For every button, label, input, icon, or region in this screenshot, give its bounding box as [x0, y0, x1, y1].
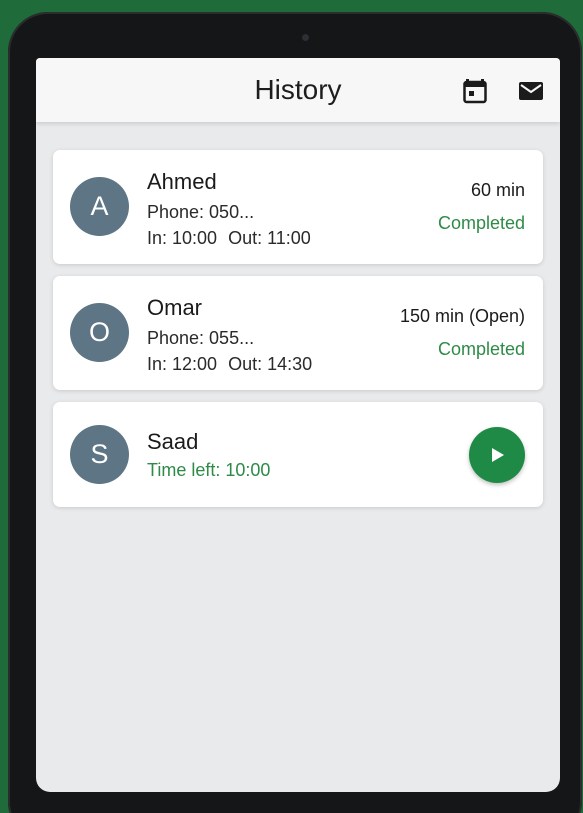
front-camera	[302, 34, 309, 41]
customer-name: Saad	[147, 429, 199, 454]
calendar-icon	[463, 79, 487, 104]
check-in-time: In: 10:00	[147, 228, 218, 248]
history-card[interactable]: O Omar Phone: 055... In: 12:00 Out: 14:30…	[53, 276, 543, 390]
customer-phone: Phone: 050...	[147, 202, 255, 222]
customer-name: Ahmed	[147, 169, 217, 194]
session-duration: 150 min (Open)	[399, 306, 525, 326]
avatar: O	[70, 303, 129, 362]
status-badge: Completed	[437, 339, 525, 359]
history-card[interactable]: A Ahmed Phone: 050... In: 10:00 Out: 11:0…	[53, 150, 543, 264]
calendar-button[interactable]	[460, 76, 490, 106]
play-button[interactable]	[469, 427, 525, 483]
mail-icon	[519, 82, 543, 100]
session-duration: 60 min	[470, 180, 525, 200]
active-session-card[interactable]: S Saad Time left: 10:00	[53, 402, 543, 507]
history-list: A Ahmed Phone: 050... In: 10:00 Out: 11:0…	[36, 122, 560, 507]
check-out-time: Out: 11:00	[228, 228, 311, 248]
avatar: A	[70, 177, 129, 236]
check-in-time: In: 12:00	[147, 354, 218, 374]
avatar: S	[70, 425, 129, 484]
time-range: In: 10:00 Out: 11:00	[147, 228, 311, 249]
app-screen: History A Ahmed Phone: 050... In: 10:00 O…	[36, 58, 560, 792]
time-left: Time left: 10:00	[147, 460, 271, 480]
check-out-time: Out: 14:30	[228, 354, 313, 374]
play-icon	[492, 448, 504, 462]
time-range: In: 12:00 Out: 14:30	[147, 354, 312, 375]
app-bar: History	[36, 58, 560, 122]
customer-name: Omar	[147, 295, 202, 320]
mail-button[interactable]	[516, 76, 546, 106]
status-badge: Completed	[437, 213, 525, 233]
customer-phone: Phone: 055...	[147, 328, 255, 348]
